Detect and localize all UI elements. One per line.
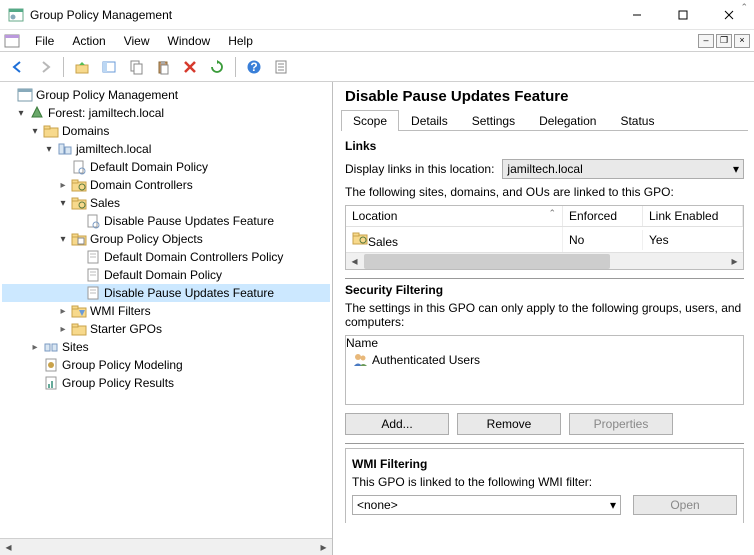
delete-button[interactable] [178,55,202,79]
security-row[interactable]: Authenticated Users [346,350,743,370]
wmi-select[interactable]: <none> ▾ [352,495,621,515]
security-listbox[interactable]: Name⌃ Authenticated Users [345,335,744,405]
gpo-icon [85,249,101,265]
domain-icon [57,141,73,157]
scroll-left-icon[interactable]: ◂ [0,540,17,555]
col-enforced[interactable]: Enforced [563,206,643,226]
gpo-folder-icon [71,231,87,247]
properties-button[interactable]: Properties [569,413,673,435]
tree-domain-controllers[interactable]: Domain Controllers [2,176,330,194]
forward-button[interactable] [33,55,57,79]
mdi-close-button[interactable]: × [734,34,750,48]
tree-sales[interactable]: Sales [2,194,330,212]
tree-domain[interactable]: jamiltech.local [2,140,330,158]
tab-delegation[interactable]: Delegation [527,110,608,131]
up-button[interactable] [70,55,94,79]
paste-button[interactable] [151,55,175,79]
help-button[interactable]: ? [242,55,266,79]
tree-root[interactable]: Group Policy Management [2,86,330,104]
folder-icon [43,123,59,139]
gpo-icon [85,285,101,301]
modeling-icon [43,357,59,373]
security-desc: The settings in this GPO can only apply … [345,301,744,329]
scroll-right-icon[interactable]: ▸ [726,254,743,268]
details-tabs: Scope Details Settings Delegation Status [341,109,748,131]
wmi-heading: WMI Filtering [352,457,737,471]
show-hide-tree-button[interactable] [97,55,121,79]
menu-view[interactable]: View [115,31,159,51]
links-heading: Links [345,139,744,153]
tree-gp-results[interactable]: Group Policy Results [2,374,330,392]
tree-gpo-container[interactable]: Group Policy Objects [2,230,330,248]
minimize-button[interactable] [614,1,660,29]
remove-button[interactable]: Remove [457,413,561,435]
wmi-folder-icon [71,303,87,319]
menu-file[interactable]: File [26,31,63,51]
col-link-enabled[interactable]: Link Enabled [643,206,743,226]
ou-icon [352,235,368,249]
window-title: Group Policy Management [30,8,614,22]
results-icon [43,375,59,391]
forest-icon [29,105,45,121]
gpm-icon [17,87,33,103]
sort-asc-icon: ⌃ [548,208,556,219]
open-button[interactable]: Open [633,495,737,515]
links-grid-scrollbar[interactable]: ◂ ▸ [346,252,743,269]
app-icon [8,7,24,23]
tree-scrollbar[interactable]: ◂ ▸ [0,538,332,555]
menu-help[interactable]: Help [219,31,262,51]
tree-gpo-dpuf[interactable]: Disable Pause Updates Feature [2,284,330,302]
links-location-select[interactable]: jamiltech.local ▾ [502,159,744,179]
chevron-down-icon: ▾ [733,162,739,176]
gpo-link-icon [85,213,101,229]
tab-scope[interactable]: Scope [341,110,399,131]
tab-settings[interactable]: Settings [460,110,527,131]
tree-sites[interactable]: Sites [2,338,330,356]
copy-button[interactable] [124,55,148,79]
tab-details[interactable]: Details [399,110,460,131]
tree-gp-modeling[interactable]: Group Policy Modeling [2,356,330,374]
col-name[interactable]: Name⌃ [346,336,743,350]
sites-icon [43,339,59,355]
starter-folder-icon [71,321,87,337]
links-grid[interactable]: Location⌃ Enforced Link Enabled Sales No… [345,205,744,270]
col-location[interactable]: Location⌃ [346,206,563,226]
tree-default-domain-policy[interactable]: Default Domain Policy [2,158,330,176]
scroll-left-icon[interactable]: ◂ [346,254,363,268]
tree-gpo-ddp[interactable]: Default Domain Policy [2,266,330,284]
menu-action[interactable]: Action [63,31,114,51]
wmi-desc: This GPO is linked to the following WMI … [352,475,737,489]
tree-domains[interactable]: Domains [2,122,330,140]
scrollbar-thumb[interactable] [364,254,610,269]
console-tree[interactable]: Group Policy Management Forest: jamiltec… [0,82,332,538]
scroll-right-icon[interactable]: ▸ [315,540,332,555]
security-heading: Security Filtering [345,283,744,297]
links-row[interactable]: Sales No Yes [346,227,743,252]
tree-sales-gpo-link[interactable]: Disable Pause Updates Feature [2,212,330,230]
maximize-button[interactable] [660,1,706,29]
svg-text:?: ? [250,60,257,74]
tree-gpo-ddcp[interactable]: Default Domain Controllers Policy [2,248,330,266]
details-title: Disable Pause Updates Feature [335,82,754,109]
tree-forest[interactable]: Forest: jamiltech.local [2,104,330,122]
chevron-down-icon: ▾ [610,498,616,512]
users-icon [352,352,368,368]
mdi-restore-button[interactable]: ❐ [716,34,732,48]
tree-starter-gpos[interactable]: Starter GPOs [2,320,330,338]
tree-wmi-filters[interactable]: WMI Filters [2,302,330,320]
links-display-label: Display links in this location: [345,162,494,176]
properties-button[interactable] [269,55,293,79]
mdi-minimize-button[interactable]: – [698,34,714,48]
gpo-link-icon [71,159,87,175]
menu-window[interactable]: Window [159,31,220,51]
tab-status[interactable]: Status [608,110,666,131]
mmc-icon [4,33,20,49]
add-button[interactable]: Add... [345,413,449,435]
refresh-button[interactable] [205,55,229,79]
gpo-icon [85,267,101,283]
ou-icon [71,177,87,193]
ou-icon [71,195,87,211]
back-button[interactable] [6,55,30,79]
links-linked-text: The following sites, domains, and OUs ar… [345,185,744,199]
